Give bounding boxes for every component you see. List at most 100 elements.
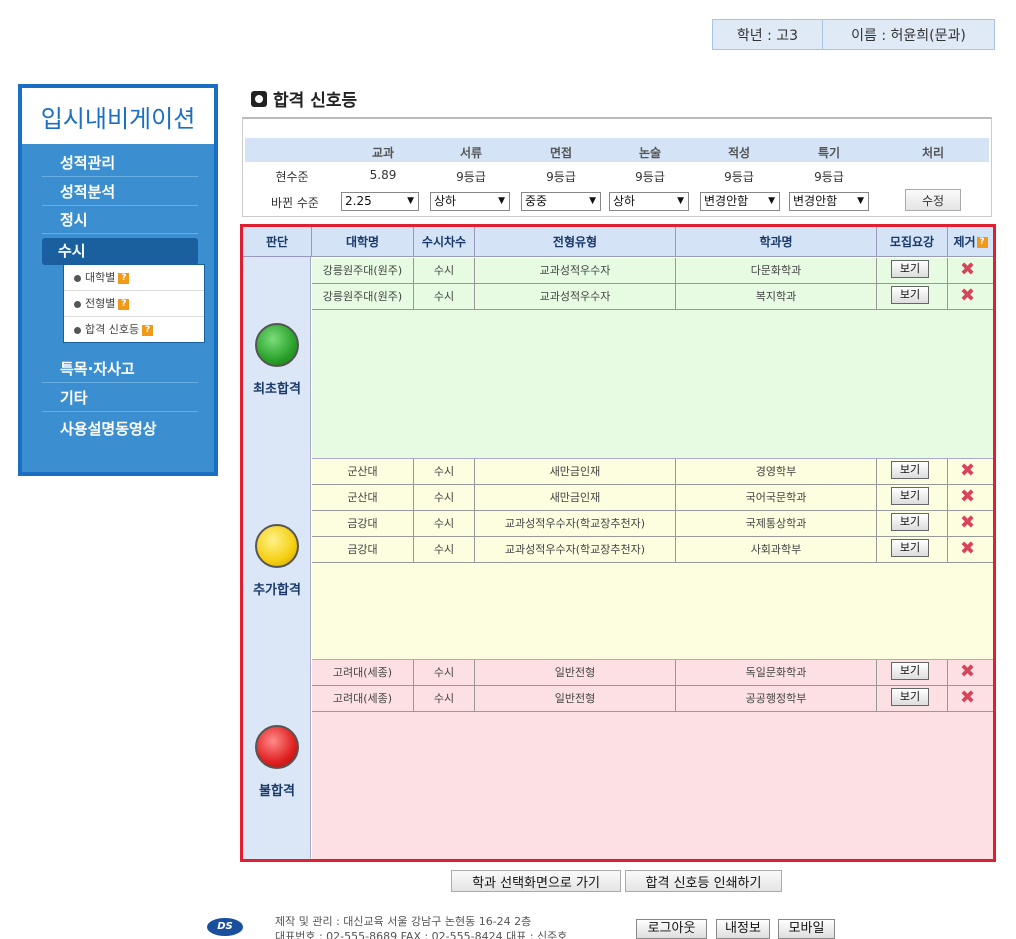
group-first-pass: 강릉원주대(원주) 수시 교과성적우수자 다문화학과 보기 ✖ 강릉원주대(원주… bbox=[312, 258, 993, 459]
view-guide-button[interactable]: 보기 bbox=[891, 662, 929, 680]
table-row: 강릉원주대(원주) 수시 교과성적우수자 다문화학과 보기 ✖ bbox=[312, 258, 993, 284]
dropdown-arrow-icon: ▼ bbox=[677, 196, 684, 206]
title-bullet-icon bbox=[251, 90, 267, 107]
table-row: 군산대 수시 새만금인재 경영학부 보기 ✖ bbox=[312, 459, 993, 485]
page-title: 합격 신호등 bbox=[251, 86, 357, 111]
sidebar-item-etc[interactable]: 기타 bbox=[42, 384, 198, 412]
sidebar: 입시내비게이션 성적관리 성적분석 정시 수시 대학별? 전형별? 합격 신호등… bbox=[18, 84, 218, 476]
user-name: 이름 : 허윤희(문과) bbox=[851, 27, 966, 44]
dropdown-arrow-icon: ▼ bbox=[407, 196, 414, 206]
user-info-box: 학년 : 고3 이름 : 허윤희(문과) bbox=[712, 19, 995, 50]
judgement-column: 최초합격 추가합격 불합격 bbox=[243, 257, 311, 859]
changed-level-gyogwa-select[interactable]: 2.25 ▼ bbox=[341, 192, 419, 211]
green-light-icon bbox=[255, 323, 299, 367]
print-traffic-light-button[interactable]: 합격 신호등 인쇄하기 bbox=[625, 870, 782, 892]
current-level-gyogwa: 5.89 bbox=[369, 168, 397, 182]
view-guide-button[interactable]: 보기 bbox=[891, 487, 929, 505]
level-header-jeokseong: 적성 bbox=[727, 146, 751, 160]
red-light-icon bbox=[255, 725, 299, 769]
view-guide-button[interactable]: 보기 bbox=[891, 260, 929, 278]
help-icon[interactable]: ? bbox=[118, 298, 130, 310]
dropdown-arrow-icon: ▼ bbox=[768, 196, 775, 206]
company-logo: DS bbox=[207, 918, 243, 936]
yellow-light-icon bbox=[255, 524, 299, 568]
submenu-item-traffic-light[interactable]: 합격 신호등? bbox=[64, 317, 204, 343]
table-row: 금강대 수시 교과성적우수자(학교장추천자) 사회과학부 보기 ✖ bbox=[312, 537, 993, 563]
sidebar-item-grades[interactable]: 성적관리 bbox=[42, 149, 198, 177]
footer-info: 제작 및 관리 : 대신교육 서울 강남구 논현동 16-24 2층 대표번호 … bbox=[275, 915, 568, 939]
back-to-dept-select-button[interactable]: 학과 선택화면으로 가기 bbox=[451, 870, 621, 892]
remove-icon[interactable]: ✖ bbox=[960, 287, 975, 305]
header-guide: 모집요강 bbox=[877, 227, 948, 257]
bullet-icon bbox=[74, 326, 81, 334]
help-icon[interactable]: ? bbox=[142, 324, 154, 336]
current-level-myeonjeop: 9등급 bbox=[546, 170, 576, 184]
user-grade: 학년 : 고3 bbox=[713, 20, 823, 49]
group-fail: 고려대(세종) 수시 일반전형 독일문화학과 보기 ✖ 고려대(세종) 수시 일… bbox=[312, 660, 993, 859]
current-level-nonsul: 9등급 bbox=[635, 170, 665, 184]
view-guide-button[interactable]: 보기 bbox=[891, 513, 929, 531]
level-header-gyogwa: 교과 bbox=[371, 146, 395, 160]
level-header-seoryu: 서류 bbox=[459, 146, 483, 160]
help-icon[interactable]: ? bbox=[976, 237, 988, 248]
table-row: 고려대(세종) 수시 일반전형 독일문화학과 보기 ✖ bbox=[312, 660, 993, 686]
view-guide-button[interactable]: 보기 bbox=[891, 688, 929, 706]
table-row: 금강대 수시 교과성적우수자(학교장추천자) 국제통상학과 보기 ✖ bbox=[312, 511, 993, 537]
group-label-fail: 불합격 bbox=[259, 784, 295, 799]
changed-level-seoryu-select[interactable]: 상하 ▼ bbox=[430, 192, 510, 211]
sidebar-item-analysis[interactable]: 성적분석 bbox=[42, 178, 198, 206]
remove-icon[interactable]: ✖ bbox=[960, 689, 975, 707]
logout-button[interactable]: 로그아웃 bbox=[636, 919, 707, 939]
sidebar-item-video[interactable]: 사용설명동영상 bbox=[42, 415, 198, 443]
header-round: 수시차수 bbox=[414, 227, 475, 257]
remove-icon[interactable]: ✖ bbox=[960, 462, 975, 480]
dropdown-arrow-icon: ▼ bbox=[589, 196, 596, 206]
current-level-label: 현수준 bbox=[275, 170, 309, 184]
group-label-additional: 추가합격 bbox=[253, 583, 301, 598]
level-header-teukgi: 특기 bbox=[817, 146, 841, 160]
remove-icon[interactable]: ✖ bbox=[960, 540, 975, 558]
changed-level-myeonjeop-select[interactable]: 중중 ▼ bbox=[521, 192, 601, 211]
dropdown-arrow-icon: ▼ bbox=[498, 196, 505, 206]
view-guide-button[interactable]: 보기 bbox=[891, 539, 929, 557]
sidebar-item-jeongsi[interactable]: 정시 bbox=[42, 206, 198, 234]
header-university: 대학명 bbox=[312, 227, 414, 257]
bullet-icon bbox=[74, 274, 81, 282]
view-guide-button[interactable]: 보기 bbox=[891, 461, 929, 479]
level-header-myeonjeop: 면접 bbox=[549, 146, 573, 160]
submenu-item-by-univ[interactable]: 대학별? bbox=[64, 265, 204, 291]
sidebar-item-susi[interactable]: 수시 bbox=[42, 238, 198, 265]
mobile-button[interactable]: 모바일 bbox=[778, 919, 835, 939]
remove-icon[interactable]: ✖ bbox=[960, 514, 975, 532]
changed-level-nonsul-select[interactable]: 상하 ▼ bbox=[609, 192, 689, 211]
remove-icon[interactable]: ✖ bbox=[960, 261, 975, 279]
sidebar-item-special-school[interactable]: 특목·자사고 bbox=[42, 355, 198, 383]
results-table: 판단 대학명 수시차수 전형유형 학과명 모집요강 제거? 최초합격 추가합격 … bbox=[240, 224, 996, 862]
remove-icon[interactable]: ✖ bbox=[960, 488, 975, 506]
my-info-button[interactable]: 내정보 bbox=[716, 919, 770, 939]
table-row: 고려대(세종) 수시 일반전형 공공행정학부 보기 ✖ bbox=[312, 686, 993, 712]
table-row: 군산대 수시 새만금인재 국어국문학과 보기 ✖ bbox=[312, 485, 993, 511]
header-remove: 제거? bbox=[948, 227, 993, 257]
view-guide-button[interactable]: 보기 bbox=[891, 286, 929, 304]
remove-icon[interactable]: ✖ bbox=[960, 663, 975, 681]
edit-button[interactable]: 수정 bbox=[905, 189, 961, 211]
current-level-jeokseong: 9등급 bbox=[724, 170, 754, 184]
sidebar-submenu: 대학별? 전형별? 합격 신호등? bbox=[63, 264, 205, 343]
table-row: 강릉원주대(원주) 수시 교과성적우수자 복지학과 보기 ✖ bbox=[312, 284, 993, 310]
level-settings-box: 교과 서류 면접 논술 적성 특기 처리 현수준 5.89 9등급 9등급 9등… bbox=[242, 117, 992, 217]
level-header-process: 처리 bbox=[921, 146, 945, 160]
sidebar-title[interactable]: 입시내비게이션 bbox=[22, 88, 214, 144]
help-icon[interactable]: ? bbox=[118, 272, 130, 284]
table-header: 판단 대학명 수시차수 전형유형 학과명 모집요강 제거? bbox=[243, 227, 993, 257]
header-judgement: 판단 bbox=[243, 227, 312, 257]
submenu-item-by-type[interactable]: 전형별? bbox=[64, 291, 204, 317]
changed-level-teukgi-select[interactable]: 변경안함 ▼ bbox=[789, 192, 869, 211]
current-level-seoryu: 9등급 bbox=[456, 170, 486, 184]
changed-level-label: 바뀐 수준 bbox=[271, 196, 319, 210]
level-header-nonsul: 논술 bbox=[638, 146, 662, 160]
changed-level-jeokseong-select[interactable]: 변경안함 ▼ bbox=[700, 192, 780, 211]
dropdown-arrow-icon: ▼ bbox=[857, 196, 864, 206]
header-admission-type: 전형유형 bbox=[475, 227, 676, 257]
group-label-first: 최초합격 bbox=[253, 382, 301, 397]
